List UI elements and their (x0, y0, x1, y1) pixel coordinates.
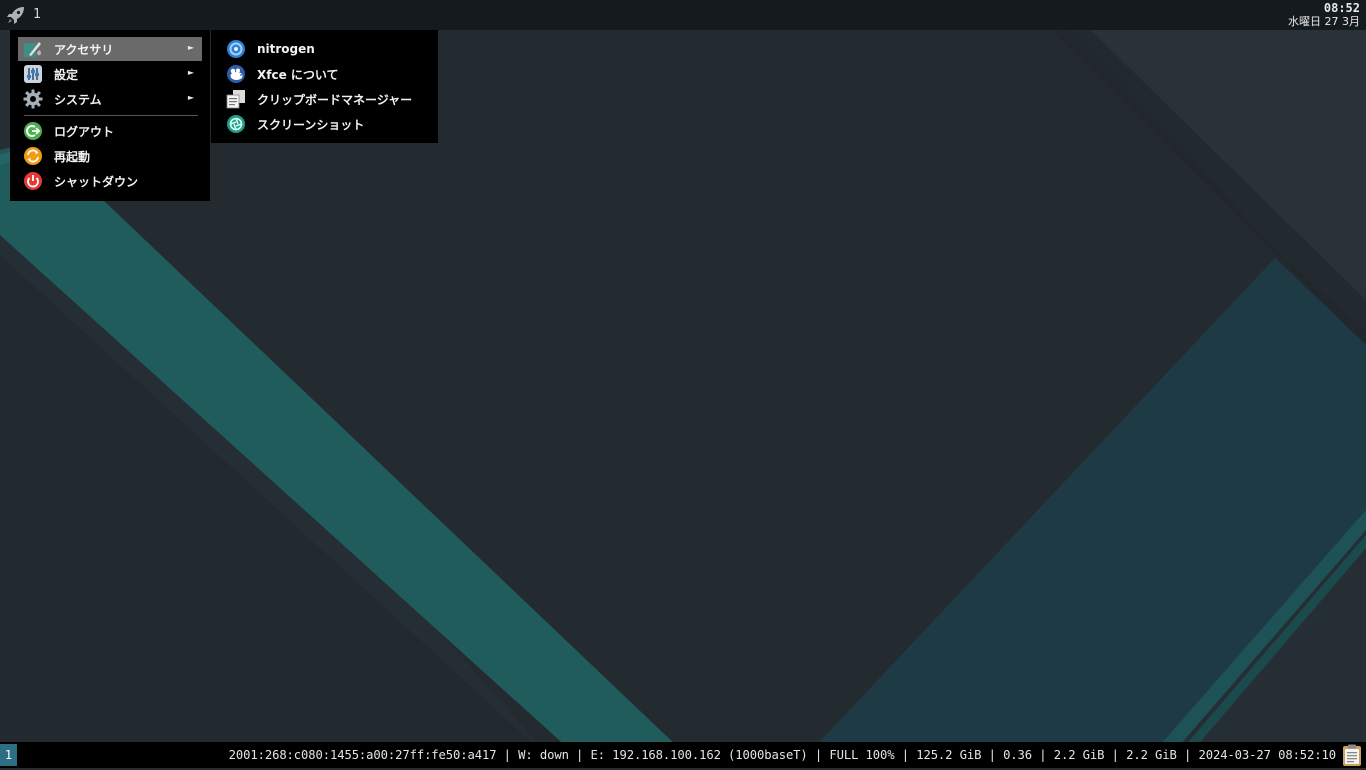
menu-separator (24, 115, 198, 116)
menu-item-label: 設定 (54, 67, 79, 82)
submenu-item-screenshot[interactable]: スクリーンショット (221, 112, 431, 136)
menu-item-system[interactable]: システム ► (18, 87, 202, 111)
menu-item-label: 再起動 (54, 149, 91, 164)
status-text: 2001:268:c080:1455:a00:27ff:fe50:a417 | … (228, 748, 1336, 762)
menu-item-restart[interactable]: 再起動 (18, 144, 202, 168)
menu-item-label: ログアウト (54, 124, 115, 139)
settings-icon (22, 63, 44, 85)
clipboard-tray-icon[interactable] (1340, 743, 1364, 767)
accessories-icon (22, 38, 44, 60)
restart-icon (22, 145, 44, 167)
xfce-mouse-icon (225, 63, 247, 85)
application-menu: アクセサリ ► 設定 ► システム ► ログアウト 再起動 シャットダウン (10, 30, 210, 201)
power-icon (22, 170, 44, 192)
menu-item-label: システム (54, 92, 102, 107)
top-panel: 1 08:52 水曜日 27 3月 (0, 0, 1366, 30)
status-bar: 1 2001:268:c080:1455:a00:27ff:fe50:a417 … (0, 742, 1366, 768)
clock-time: 08:52 (1323, 1, 1360, 15)
rocket-icon (7, 7, 24, 24)
submenu-arrow-icon: ► (187, 68, 194, 77)
screenshot-aperture-icon (225, 113, 247, 135)
menu-item-settings[interactable]: 設定 ► (18, 62, 202, 86)
menu-item-accessories[interactable]: アクセサリ ► (18, 37, 202, 61)
workspace-number[interactable]: 1 (33, 7, 41, 22)
launcher-rocket-button[interactable] (4, 3, 28, 27)
logout-icon (22, 120, 44, 142)
submenu-item-clipboard-manager[interactable]: クリップボードマネージャー (221, 87, 431, 111)
accessories-submenu: nitrogen Xfce について クリップボードマネージャー スクリーンショ… (211, 30, 438, 143)
menu-item-label: クリップボードマネージャー (257, 92, 413, 107)
menu-item-label: アクセサリ (54, 42, 114, 57)
submenu-item-about-xfce[interactable]: Xfce について (221, 62, 431, 86)
panel-clock[interactable]: 08:52 水曜日 27 3月 (1288, 1, 1360, 29)
workspace-indicator[interactable]: 1 (0, 744, 17, 766)
clock-date: 水曜日 27 3月 (1288, 15, 1360, 28)
system-gear-icon (22, 88, 44, 110)
menu-item-shutdown[interactable]: シャットダウン (18, 169, 202, 193)
submenu-arrow-icon: ► (187, 43, 194, 52)
menu-item-label: nitrogen (257, 42, 315, 56)
submenu-item-nitrogen[interactable]: nitrogen (221, 37, 431, 61)
nitrogen-icon (225, 38, 247, 60)
submenu-arrow-icon: ► (187, 93, 194, 102)
menu-item-label: スクリーンショット (257, 117, 365, 132)
menu-item-logout[interactable]: ログアウト (18, 119, 202, 143)
menu-item-label: シャットダウン (54, 174, 139, 189)
menu-item-label: Xfce について (257, 67, 339, 82)
clipboard-manager-icon (225, 88, 247, 110)
